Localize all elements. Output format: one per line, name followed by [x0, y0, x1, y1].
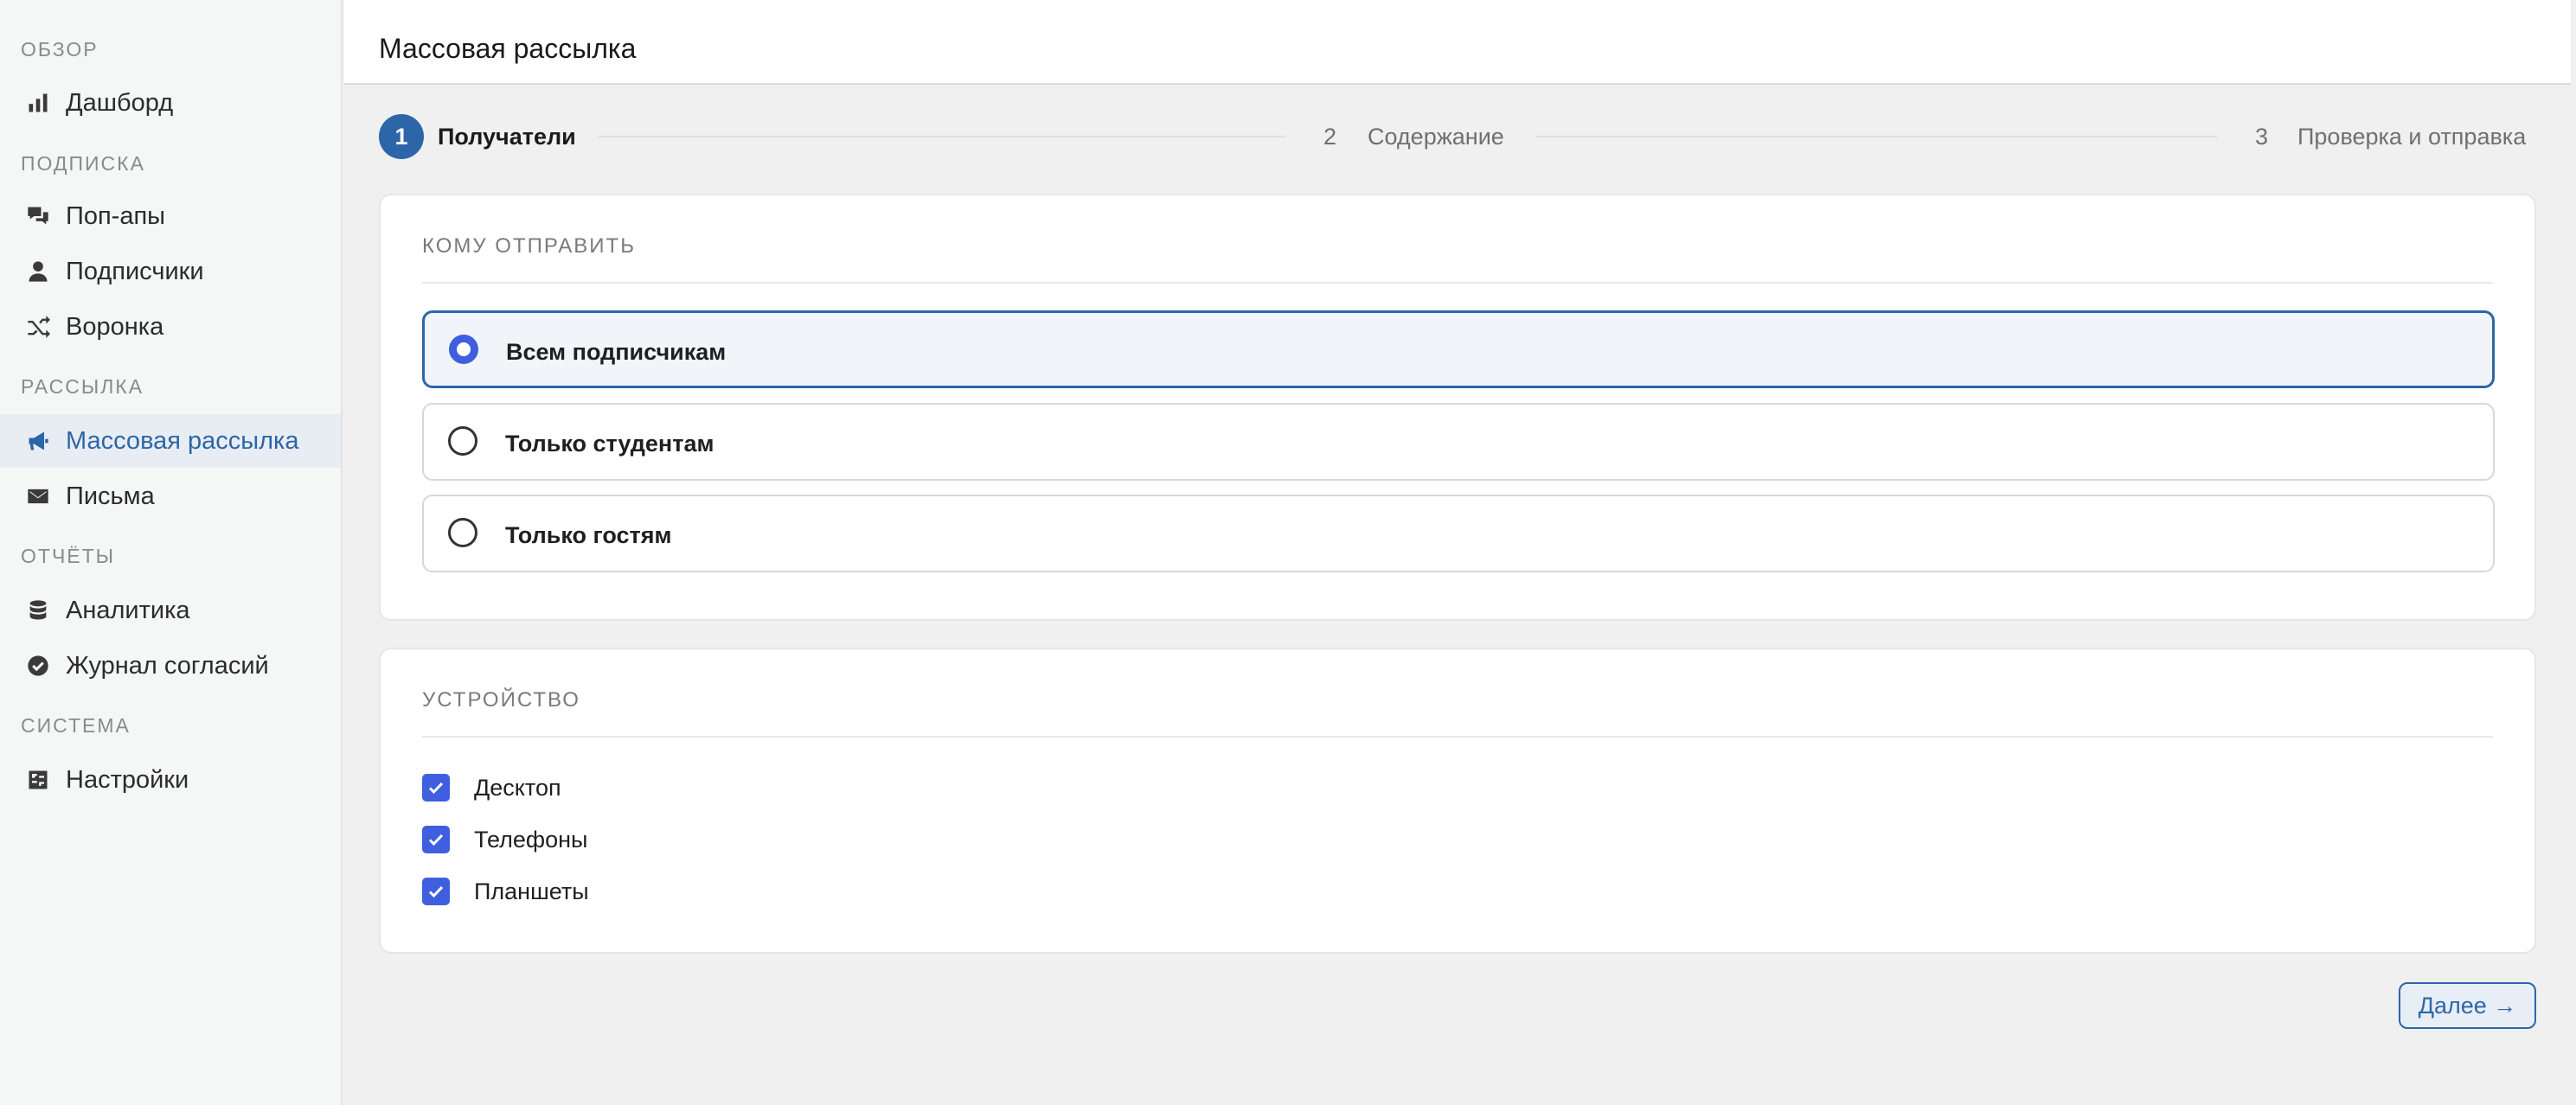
sidebar-item-label: Дашборд: [66, 88, 174, 117]
step-3-number[interactable]: 3: [2255, 124, 2268, 150]
user-icon: [26, 259, 50, 284]
recipient-option-guests[interactable]: Только гостям: [422, 495, 2495, 572]
nav-section-mailing: РАССЫЛКА: [21, 375, 144, 398]
device-option-tablets[interactable]: Планшеты: [422, 874, 589, 909]
sidebar-item-label: Поп-апы: [66, 201, 166, 230]
sidebar-item-funnel[interactable]: Воронка: [0, 300, 341, 354]
sidebar: ОБЗОР Дашборд ПОДПИСКА Поп-апы Подписчик…: [0, 0, 343, 1105]
step-3-label[interactable]: Проверка и отправка: [2297, 124, 2526, 150]
nav-section-reports: ОТЧЁТЫ: [21, 545, 116, 567]
sliders-icon: [26, 768, 50, 792]
recipients-title: КОМУ ОТПРАВИТЬ: [422, 234, 636, 258]
nav-section-system: СИСТЕМА: [21, 714, 131, 737]
step-1-number[interactable]: 1: [379, 114, 424, 159]
nav-section-overview: ОБЗОР: [21, 38, 99, 61]
sidebar-item-label: Настройки: [66, 765, 189, 794]
bar-chart-icon: [26, 91, 50, 115]
sidebar-item-popups[interactable]: Поп-апы: [0, 189, 341, 243]
sidebar-item-label: Журнал согласий: [66, 651, 269, 680]
device-card: УСТРОЙСТВО Десктоп Телефоны Планшеты: [379, 648, 2536, 954]
device-option-desktop[interactable]: Десктоп: [422, 770, 561, 805]
envelope-icon: [26, 484, 50, 508]
card-divider: [422, 736, 2493, 738]
sidebar-item-label: Подписчики: [66, 257, 204, 285]
sidebar-item-settings[interactable]: Настройки: [0, 753, 341, 807]
step-connector: [1535, 136, 2217, 137]
sidebar-item-label: Воронка: [66, 312, 164, 341]
next-button[interactable]: Далее →: [2399, 982, 2536, 1029]
page-title: Массовая рассылка: [379, 33, 637, 64]
step-1-label[interactable]: Получатели: [438, 124, 576, 150]
check-circle-icon: [26, 654, 50, 678]
radio-button-icon[interactable]: [449, 335, 478, 364]
sidebar-item-analytics[interactable]: Аналитика: [0, 584, 341, 637]
recipient-option-all[interactable]: Всем подписчикам: [422, 310, 2495, 388]
checkbox-label: Планшеты: [474, 878, 589, 904]
page-header: Массовая рассылка: [344, 0, 2571, 85]
sidebar-item-label: Аналитика: [66, 596, 190, 624]
step-2-label[interactable]: Содержание: [1368, 124, 1504, 150]
sidebar-item-consent-log[interactable]: Журнал согласий: [0, 639, 341, 693]
nav-section-subscription: ПОДПИСКА: [21, 152, 145, 175]
checkbox-checked-icon[interactable]: [422, 826, 450, 853]
device-title: УСТРОЙСТВО: [422, 688, 580, 712]
shuffle-icon: [26, 315, 50, 339]
checkbox-checked-icon[interactable]: [422, 774, 450, 802]
checkbox-checked-icon[interactable]: [422, 878, 450, 905]
chat-bubbles-icon: [26, 204, 50, 228]
radio-label: Всем подписчикам: [506, 339, 727, 365]
card-divider: [422, 282, 2493, 284]
radio-label: Только студентам: [505, 431, 714, 457]
megaphone-icon: [26, 429, 50, 453]
radio-button-icon[interactable]: [448, 426, 477, 456]
sidebar-item-dashboard[interactable]: Дашборд: [0, 76, 341, 130]
checkbox-label: Десктоп: [474, 774, 561, 801]
checkbox-label: Телефоны: [474, 826, 588, 853]
sidebar-item-label: Массовая рассылка: [66, 426, 299, 455]
sidebar-item-letters[interactable]: Письма: [0, 469, 341, 523]
database-icon: [26, 598, 50, 623]
device-option-phones[interactable]: Телефоны: [422, 822, 587, 857]
step-2-number[interactable]: 2: [1323, 124, 1336, 150]
radio-button-icon[interactable]: [448, 518, 477, 547]
radio-label: Только гостям: [505, 522, 672, 548]
step-connector: [599, 136, 1285, 137]
recipient-option-students[interactable]: Только студентам: [422, 403, 2495, 481]
sidebar-item-mass-mailing[interactable]: Массовая рассылка: [0, 414, 341, 468]
sidebar-item-subscribers[interactable]: Подписчики: [0, 245, 341, 298]
recipients-card: КОМУ ОТПРАВИТЬ Всем подписчикам Только с…: [379, 194, 2536, 621]
sidebar-item-label: Письма: [66, 482, 155, 510]
